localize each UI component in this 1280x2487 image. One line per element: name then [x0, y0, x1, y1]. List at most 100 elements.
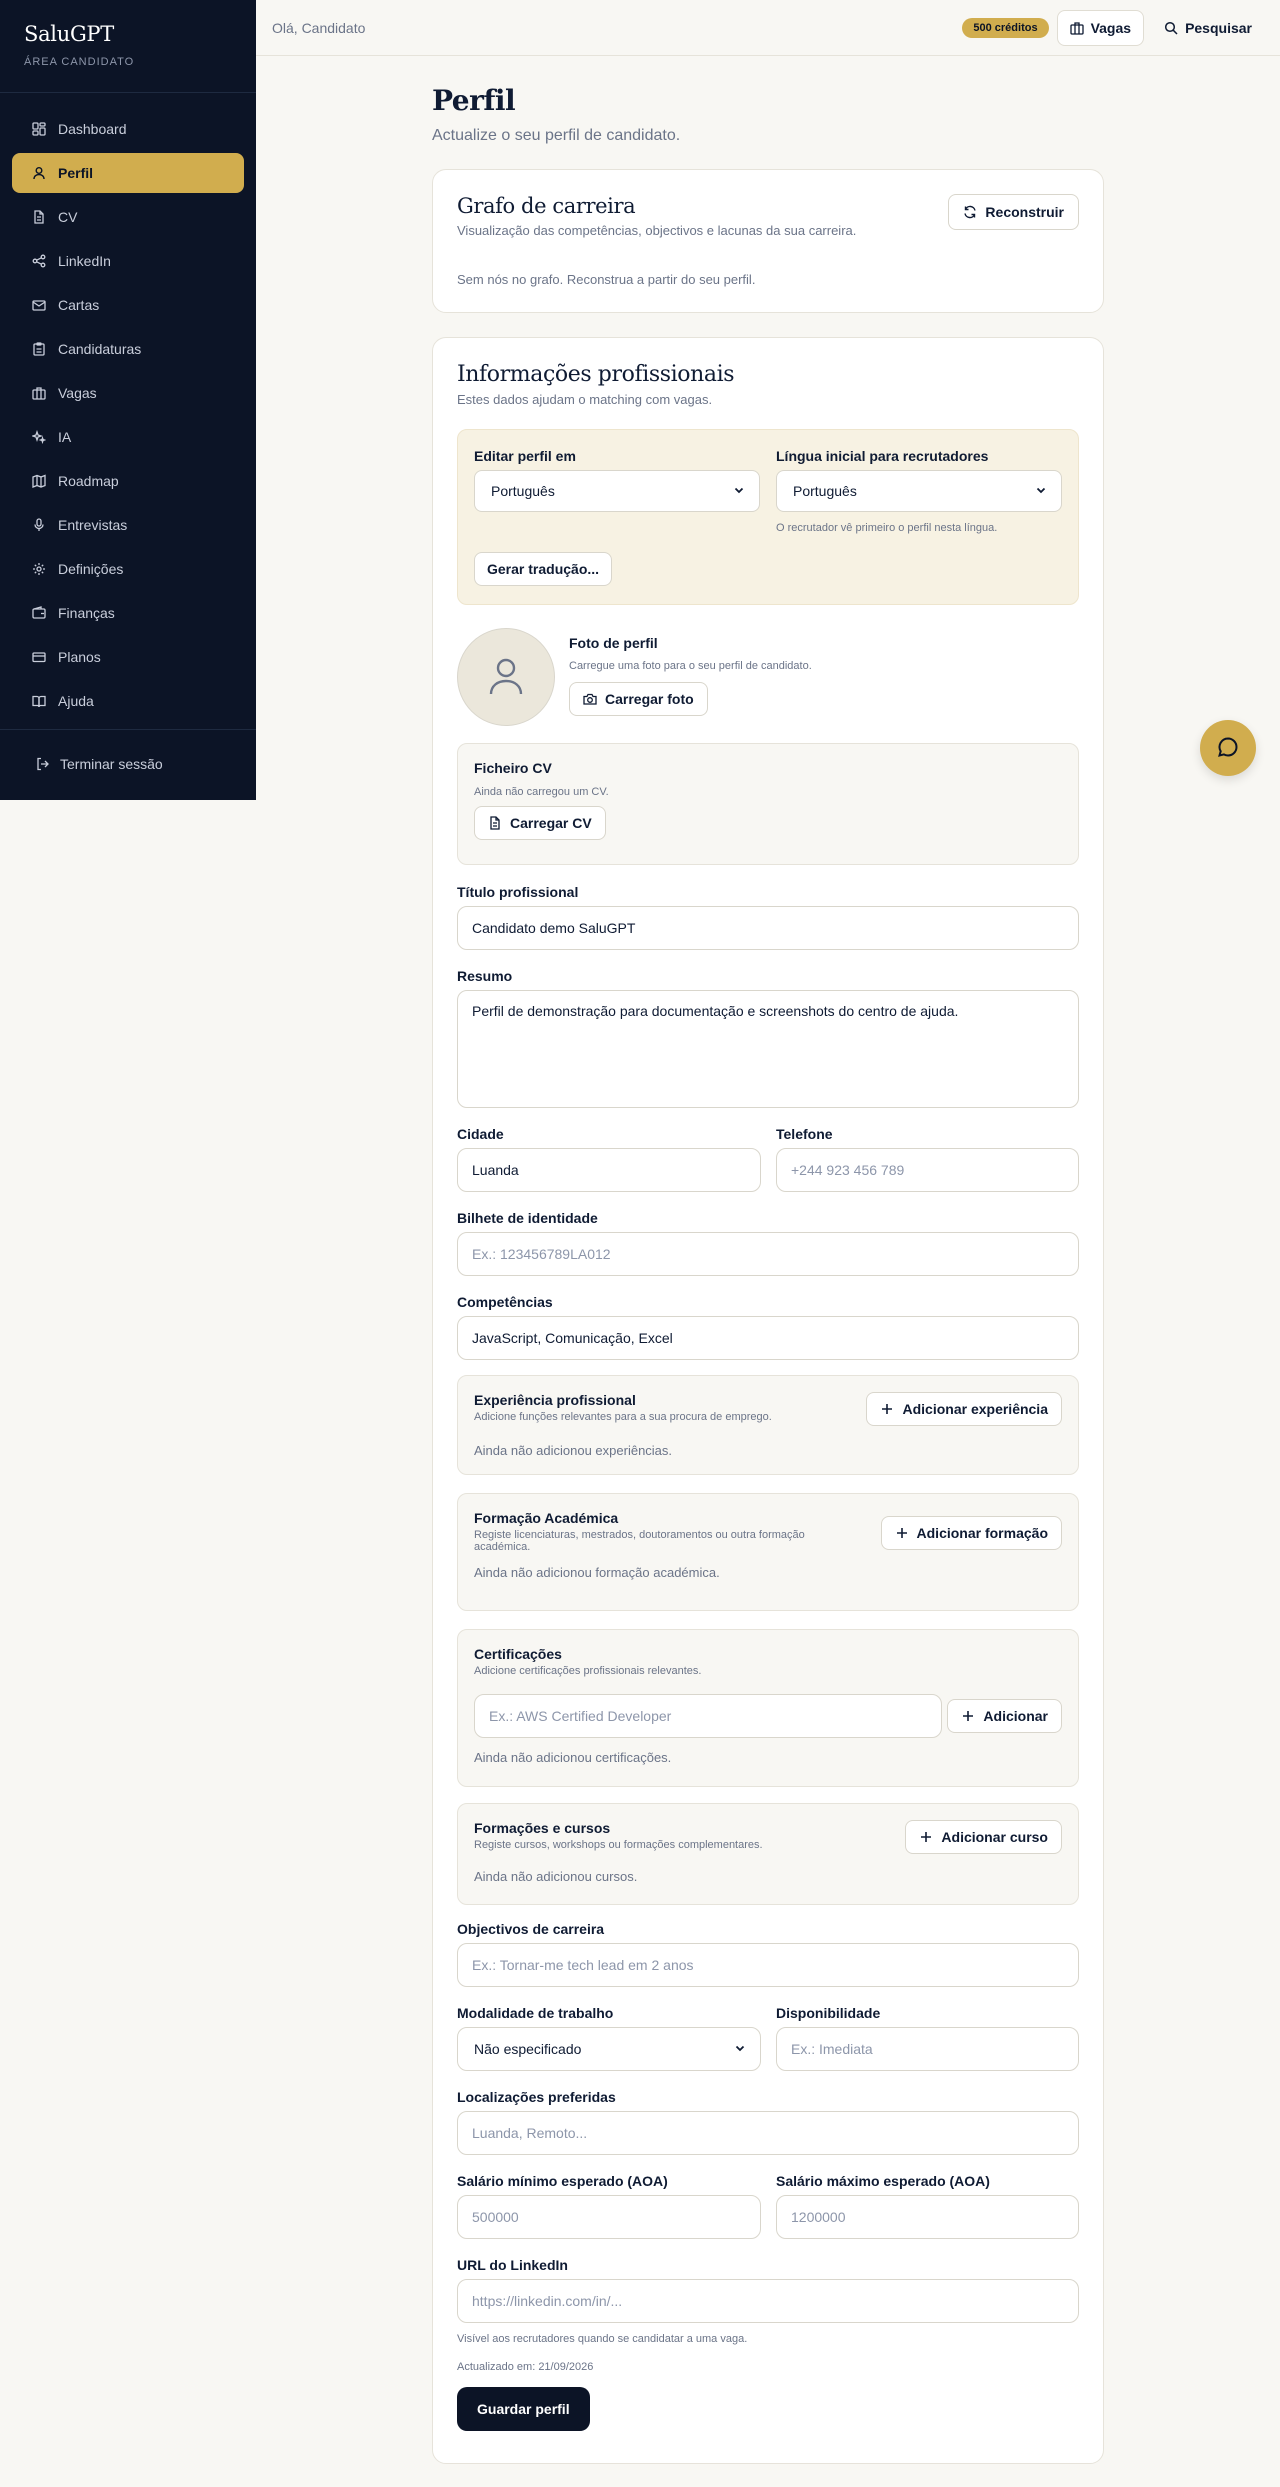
- plus-icon: [880, 1402, 894, 1416]
- upload-photo-button[interactable]: Carregar foto: [569, 682, 708, 716]
- sidebar-item-cartas[interactable]: Cartas: [12, 285, 244, 325]
- add-certification-button[interactable]: Adicionar: [947, 1699, 1062, 1733]
- sidebar-item-linkedin[interactable]: LinkedIn: [12, 241, 244, 281]
- wallet-icon: [32, 606, 46, 620]
- sidebar-item-definicoes[interactable]: Definições: [12, 549, 244, 589]
- career-goals-input[interactable]: Ex.: Tornar-me tech lead em 2 anos: [457, 1943, 1079, 1987]
- top-bar: Olá, Candidato 500 créditos Vagas Pesqui…: [256, 0, 1280, 56]
- logout-button[interactable]: Terminar sessão: [12, 744, 244, 784]
- save-profile-button[interactable]: Guardar perfil: [457, 2387, 590, 2431]
- availability-label: Disponibilidade: [776, 2005, 881, 2021]
- id-group: Bilhete de identidade Ex.: 123456789LA01…: [457, 1210, 1079, 1276]
- availability-input[interactable]: Ex.: Imediata: [776, 2027, 1079, 2071]
- add-experience-button[interactable]: Adicionar experiência: [866, 1392, 1062, 1426]
- file-icon: [488, 816, 502, 830]
- refresh-icon: [963, 205, 977, 219]
- sidebar-nav: Dashboard Perfil CV LinkedIn Cartas Cand…: [0, 93, 256, 721]
- chat-icon: [1216, 735, 1240, 762]
- recruiter-language-select[interactable]: Português: [776, 470, 1062, 512]
- camera-icon: [583, 692, 597, 706]
- search-button[interactable]: Pesquisar: [1152, 10, 1264, 46]
- brand-subtitle: ÁREA CANDIDATO: [24, 56, 135, 68]
- chat-button[interactable]: [1200, 720, 1256, 776]
- photo-hint: Carregue uma foto para o seu perfil de c…: [569, 660, 812, 672]
- language-settings: Editar perfil em Português Língua inicia…: [457, 429, 1079, 605]
- sidebar-item-label: Candidaturas: [58, 341, 142, 357]
- linkedin-input[interactable]: https://linkedin.com/in/...: [457, 2279, 1079, 2323]
- jobs-button[interactable]: Vagas: [1056, 9, 1145, 46]
- sidebar-item-financas[interactable]: Finanças: [12, 593, 244, 633]
- sidebar-item-planos[interactable]: Planos: [12, 637, 244, 677]
- sidebar-item-ajuda[interactable]: Ajuda: [12, 681, 244, 721]
- job-title-input[interactable]: Candidato demo SaluGPT: [457, 906, 1079, 950]
- id-label: Bilhete de identidade: [457, 1210, 598, 1226]
- sidebar-item-perfil[interactable]: Perfil: [12, 153, 244, 193]
- photo-title: Foto de perfil: [569, 635, 658, 651]
- salary-min-label: Salário mínimo esperado (AOA): [457, 2173, 668, 2189]
- sidebar-item-label: Definições: [58, 561, 124, 577]
- certification-input[interactable]: Ex.: AWS Certified Developer: [474, 1694, 942, 1738]
- work-mode-select[interactable]: Não especificado: [457, 2027, 761, 2071]
- phone-input[interactable]: +244 923 456 789: [776, 1148, 1079, 1192]
- sidebar-item-label: Perfil: [58, 165, 94, 181]
- logout-icon: [36, 757, 50, 771]
- share-icon: [32, 254, 46, 268]
- brand-name[interactable]: SaluGPT: [24, 22, 232, 46]
- certifications-desc: Adicione certificações profissionais rel…: [474, 1665, 702, 1677]
- sidebar-item-label: IA: [58, 429, 72, 445]
- sidebar-item-cv[interactable]: CV: [12, 197, 244, 237]
- add-certification-label: Adicionar: [983, 1708, 1048, 1724]
- linkedin-group: URL do LinkedIn https://linkedin.com/in/…: [457, 2257, 1079, 2431]
- chevron-down-icon: [734, 2041, 746, 2057]
- upload-cv-label: Carregar CV: [510, 815, 592, 831]
- add-course-button[interactable]: Adicionar curso: [905, 1820, 1062, 1854]
- sidebar-item-ia[interactable]: IA: [12, 417, 244, 457]
- sidebar-item-label: LinkedIn: [58, 253, 111, 269]
- chevron-down-icon: [1035, 483, 1047, 499]
- sidebar-item-candidaturas[interactable]: Candidaturas: [12, 329, 244, 369]
- sidebar-item-label: Vagas: [58, 385, 97, 401]
- career-goals-label: Objectivos de carreira: [457, 1921, 605, 1937]
- rebuild-button[interactable]: Reconstruir: [948, 194, 1079, 230]
- skills-label: Competências: [457, 1294, 553, 1310]
- salary-min-input[interactable]: 500000: [457, 2195, 761, 2239]
- sidebar-item-entrevistas[interactable]: Entrevistas: [12, 505, 244, 545]
- add-education-label: Adicionar formação: [916, 1525, 1048, 1541]
- phone-label: Telefone: [776, 1126, 833, 1142]
- sidebar: SaluGPT ÁREA CANDIDATO Dashboard Perfil …: [0, 0, 256, 800]
- generate-translation-button[interactable]: Gerar tradução...: [474, 552, 613, 586]
- sidebar-item-dashboard[interactable]: Dashboard: [12, 109, 244, 149]
- job-title-group: Título profissional Candidato demo SaluG…: [457, 884, 1079, 950]
- edit-language-select[interactable]: Português: [474, 470, 760, 512]
- summary-textarea[interactable]: Perfil de demonstração para documentação…: [457, 990, 1079, 1108]
- summary-label: Resumo: [457, 968, 513, 984]
- page-title: Perfil: [432, 84, 516, 117]
- sidebar-item-label: Planos: [58, 649, 101, 665]
- skills-input[interactable]: JavaScript, Comunicação, Excel: [457, 1316, 1079, 1360]
- professional-info-subtitle: Estes dados ajudam o matching com vagas.: [457, 392, 713, 407]
- salary-max-group: Salário máximo esperado (AOA) 1200000: [776, 2173, 1079, 2239]
- edit-language-value: Português: [491, 483, 555, 499]
- add-education-button[interactable]: Adicionar formação: [880, 1516, 1062, 1550]
- credits-badge[interactable]: 500 créditos: [962, 17, 1049, 38]
- sidebar-item-label: Entrevistas: [58, 517, 128, 533]
- cv-file-section: Ficheiro CV Ainda não carregou um CV. Ca…: [457, 743, 1079, 865]
- professional-info-card: Informações profissionais Estes dados aj…: [432, 337, 1104, 2464]
- salary-max-input[interactable]: 1200000: [776, 2195, 1079, 2239]
- page-subtitle: Actualize o seu perfil de candidato.: [432, 127, 681, 144]
- sidebar-item-label: Finanças: [58, 605, 115, 621]
- preferred-locations-input[interactable]: Luanda, Remoto...: [457, 2111, 1079, 2155]
- sidebar-item-roadmap[interactable]: Roadmap: [12, 461, 244, 501]
- cv-file-title: Ficheiro CV: [474, 760, 552, 776]
- add-course-label: Adicionar curso: [941, 1829, 1048, 1845]
- city-input[interactable]: Luanda: [457, 1148, 761, 1192]
- upload-cv-button[interactable]: Carregar CV: [474, 806, 606, 840]
- sidebar-item-vagas[interactable]: Vagas: [12, 373, 244, 413]
- education-empty: Ainda não adicionou formação académica.: [474, 1565, 720, 1580]
- courses-section: Formações e cursos Registe cursos, works…: [457, 1803, 1079, 1905]
- map-icon: [32, 474, 46, 488]
- id-input[interactable]: Ex.: 123456789LA012: [457, 1232, 1079, 1276]
- career-graph-empty: Sem nós no grafo. Reconstrua a partir do…: [457, 272, 756, 287]
- summary-group: Resumo Perfil de demonstração para docum…: [457, 968, 1079, 1108]
- preferred-locations-group: Localizações preferidas Luanda, Remoto..…: [457, 2089, 1079, 2155]
